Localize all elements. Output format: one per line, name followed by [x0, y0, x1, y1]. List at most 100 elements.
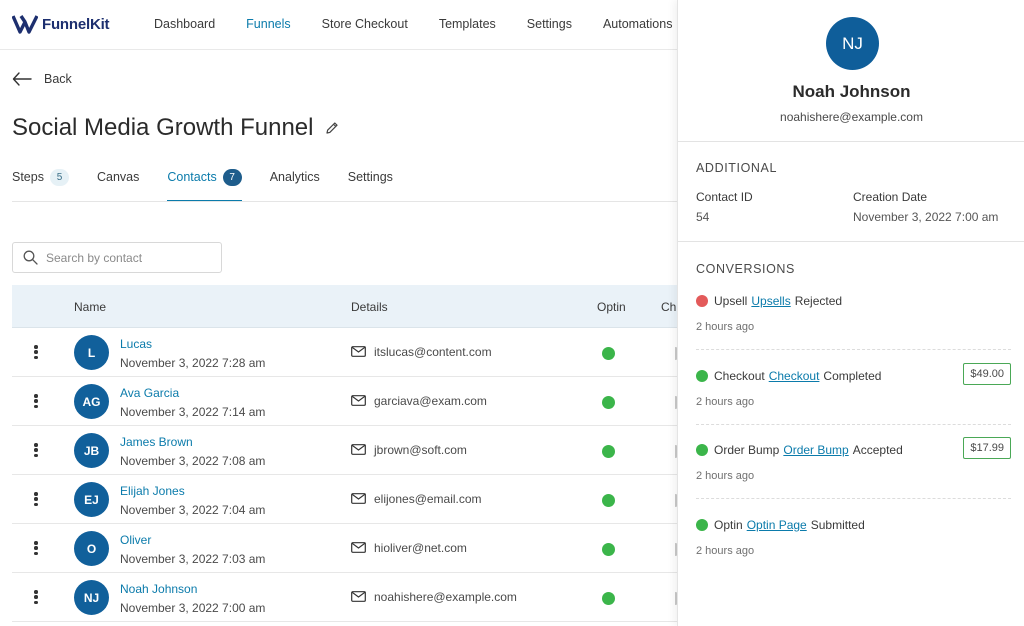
kebab-menu-icon[interactable]	[34, 492, 38, 506]
rejected-status-dot-icon	[696, 295, 708, 307]
tab-analytics-label: Analytics	[269, 170, 320, 184]
col-header-optin: Optin	[597, 300, 626, 314]
funnel-tabs: Steps 5 Canvas Contacts 7 Analytics Sett…	[12, 169, 421, 202]
table-row[interactable]: L Lucas November 3, 2022 7:28 am itsluca…	[12, 328, 681, 377]
conversion-item: Optin Optin Page Submitted 2 hours ago	[696, 518, 1011, 557]
mail-icon	[351, 542, 366, 553]
creation-date-value: November 3, 2022 7:00 am	[853, 210, 999, 224]
col-header-details: Details	[351, 300, 388, 314]
contact-detail-panel: NJ Noah Johnson noahishere@example.com A…	[677, 0, 1024, 626]
tab-settings[interactable]: Settings	[348, 170, 393, 202]
conversion-step-link[interactable]: Checkout	[769, 369, 820, 383]
contact-name-link[interactable]: Lucas	[120, 337, 152, 351]
contacts-table-header: Name Details Optin Ch	[12, 285, 677, 328]
conversion-divider	[696, 349, 1011, 350]
contact-id-label: Contact ID	[696, 190, 753, 204]
search-input[interactable]	[46, 250, 206, 265]
table-row[interactable]: O Oliver November 3, 2022 7:03 am hioliv…	[12, 524, 681, 573]
back-link[interactable]: Back	[12, 72, 72, 86]
tab-analytics[interactable]: Analytics	[270, 170, 320, 202]
success-status-dot-icon	[696, 519, 708, 531]
conversion-divider	[696, 498, 1011, 499]
contact-name-link[interactable]: James Brown	[120, 435, 193, 449]
tab-steps[interactable]: Steps 5	[12, 169, 69, 202]
conversion-time: 2 hours ago	[696, 321, 755, 333]
nav-automations[interactable]: Automations	[603, 17, 672, 31]
success-status-dot-icon	[696, 370, 708, 382]
nav-funnels[interactable]: Funnels	[246, 17, 290, 31]
conversion-type: Upsell	[714, 294, 748, 308]
conversion-status: Completed	[823, 369, 882, 383]
kebab-menu-icon[interactable]	[34, 590, 38, 604]
col-header-checkout: Ch	[661, 300, 677, 314]
conversion-type: Order Bump	[714, 443, 780, 457]
conversion-type: Optin	[714, 518, 743, 532]
contact-name-link[interactable]: Oliver	[120, 533, 151, 547]
table-row[interactable]: AG Ava Garcia November 3, 2022 7:14 am g…	[12, 377, 681, 426]
steps-count-badge: 5	[49, 169, 69, 186]
table-row[interactable]: EJ Elijah Jones November 3, 2022 7:04 am…	[12, 475, 681, 524]
conversion-type: Checkout	[714, 369, 765, 383]
conversion-divider	[696, 424, 1011, 425]
tab-contacts[interactable]: Contacts 7	[167, 169, 242, 202]
conversion-item: Checkout Checkout Completed 2 hours ago …	[696, 363, 1011, 408]
contact-date: November 3, 2022 7:03 am	[120, 552, 266, 566]
brand-name: FunnelKit	[42, 15, 110, 33]
panel-divider	[678, 241, 1024, 242]
conversion-step-link[interactable]: Order Bump	[783, 443, 848, 457]
mail-icon	[351, 346, 366, 357]
panel-contact-email: noahishere@example.com	[780, 110, 923, 124]
col-header-name[interactable]: Name	[74, 300, 106, 314]
kebab-menu-icon[interactable]	[34, 394, 38, 408]
mail-icon	[351, 444, 366, 455]
conversion-price-badge: $49.00	[963, 363, 1011, 385]
mail-icon	[351, 493, 366, 504]
kebab-menu-icon[interactable]	[34, 345, 38, 359]
nav-templates[interactable]: Templates	[439, 17, 496, 31]
table-row[interactable]: NJ Noah Johnson November 3, 2022 7:00 am…	[12, 573, 681, 622]
contact-name-link[interactable]: Elijah Jones	[120, 484, 185, 498]
tab-settings-label: Settings	[347, 170, 393, 184]
conversions-heading: CONVERSIONS	[696, 262, 795, 276]
conversion-price-badge: $17.99	[963, 437, 1011, 459]
contact-name-link[interactable]: Noah Johnson	[120, 582, 197, 596]
conversion-time: 2 hours ago	[696, 396, 755, 408]
table-row[interactable]: JB James Brown November 3, 2022 7:08 am …	[12, 426, 681, 475]
conversion-time: 2 hours ago	[696, 545, 755, 557]
nav-store-checkout[interactable]: Store Checkout	[322, 17, 408, 31]
tab-canvas[interactable]: Canvas	[97, 170, 139, 202]
nav-dashboard[interactable]: Dashboard	[154, 17, 215, 31]
conversion-time: 2 hours ago	[696, 470, 755, 482]
nav-settings[interactable]: Settings	[527, 17, 572, 31]
optin-status-dot-icon	[602, 494, 615, 507]
conversion-step-link[interactable]: Upsells	[751, 294, 790, 308]
page-title: Social Media Growth Funnel	[12, 114, 314, 141]
additional-heading: ADDITIONAL	[696, 161, 778, 175]
contact-email: itslucas@content.com	[374, 345, 492, 359]
kebab-menu-icon[interactable]	[34, 443, 38, 457]
contact-date: November 3, 2022 7:04 am	[120, 503, 266, 517]
optin-status-dot-icon	[602, 592, 615, 605]
avatar: AG	[74, 384, 109, 419]
optin-status-dot-icon	[602, 396, 615, 409]
tabs-divider	[12, 201, 677, 202]
contact-name-link[interactable]: Ava Garcia	[120, 386, 179, 400]
back-label: Back	[44, 72, 72, 86]
brand-logo[interactable]: FunnelKit	[12, 13, 110, 35]
conversion-step-link[interactable]: Optin Page	[747, 518, 807, 532]
contact-email: jbrown@soft.com	[374, 443, 467, 457]
tab-contacts-label: Contacts	[167, 170, 217, 184]
contact-email: garciava@exam.com	[374, 394, 487, 408]
contact-date: November 3, 2022 7:28 am	[120, 356, 266, 370]
contact-date: November 3, 2022 7:00 am	[120, 601, 266, 615]
edit-pencil-icon[interactable]	[325, 121, 339, 135]
panel-divider	[678, 141, 1024, 142]
avatar: JB	[74, 433, 109, 468]
creation-date-label: Creation Date	[853, 190, 928, 204]
avatar: EJ	[74, 482, 109, 517]
contact-email: noahishere@example.com	[374, 590, 517, 604]
search-icon	[23, 250, 38, 265]
kebab-menu-icon[interactable]	[34, 541, 38, 555]
conversion-status: Accepted	[852, 443, 903, 457]
conversion-item: Order Bump Order Bump Accepted 2 hours a…	[696, 437, 1011, 482]
